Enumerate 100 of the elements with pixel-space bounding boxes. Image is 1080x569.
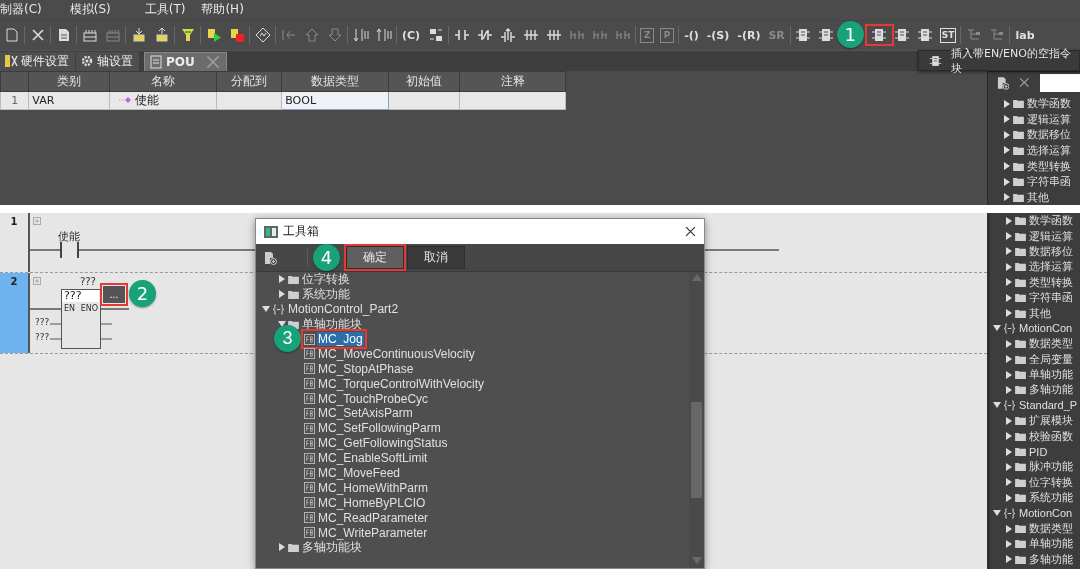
- tree-item[interactable]: 类型转换: [1028, 274, 1074, 290]
- expand-arrow-icon[interactable]: [278, 543, 286, 552]
- stop-icon[interactable]: [228, 27, 245, 44]
- tree-item[interactable]: MotionCon: [1018, 507, 1074, 520]
- diamond-arrows-icon[interactable]: [254, 27, 271, 44]
- tree-item[interactable]: 其他: [1026, 189, 1050, 205]
- input-parameter[interactable]: ???: [35, 332, 50, 342]
- tree-item[interactable]: Standard_P: [1018, 399, 1079, 412]
- tree-item[interactable]: 多轴功能: [1028, 382, 1074, 398]
- funnel-icon[interactable]: [179, 27, 196, 44]
- expand-arrow-icon[interactable]: [1003, 115, 1011, 124]
- add-file-icon[interactable]: [996, 75, 1010, 90]
- expand-arrow-icon[interactable]: [1005, 539, 1013, 548]
- tree-item[interactable]: 多轴功能: [1028, 551, 1074, 567]
- menu-item[interactable]: 制器(C): [0, 1, 42, 19]
- toolbar-button[interactable]: -(R): [736, 26, 762, 45]
- tree-item[interactable]: 数据类型: [1028, 336, 1074, 352]
- tree-item[interactable]: MC_TouchProbeCyc: [317, 391, 430, 406]
- tree-item[interactable]: 字符串函: [1026, 174, 1072, 190]
- function-block-icon[interactable]: [871, 27, 888, 44]
- collapse-arrow-icon[interactable]: [278, 320, 286, 329]
- expand-arrow-icon[interactable]: [1005, 355, 1013, 364]
- tree-item[interactable]: 数据移位: [1028, 243, 1074, 259]
- expand-arrow-icon[interactable]: [278, 290, 286, 299]
- toolbar-button[interactable]: (C): [401, 26, 422, 45]
- tree-item[interactable]: 系统功能: [301, 285, 351, 303]
- tree-item[interactable]: 类型转换: [1026, 158, 1072, 174]
- column-header[interactable]: 数据类型: [281, 71, 389, 92]
- expand-arrow-icon[interactable]: [1005, 232, 1013, 241]
- toolbar-button[interactable]: -(S): [705, 26, 731, 45]
- tree-item[interactable]: 全局变量: [1028, 351, 1074, 367]
- close-icon[interactable]: [685, 226, 696, 237]
- expand-arrow-icon[interactable]: [1003, 99, 1011, 108]
- tree-item[interactable]: MC_ReadParameter: [317, 510, 430, 525]
- expand-arrow-icon[interactable]: [1005, 447, 1013, 456]
- tree-item[interactable]: 数学函数: [1026, 96, 1072, 112]
- tree-item[interactable]: 系统功能: [1028, 490, 1074, 506]
- upload-icon[interactable]: [153, 27, 170, 44]
- tree-item[interactable]: MC_WriteParameter: [317, 525, 429, 540]
- page-icon[interactable]: [3, 27, 20, 44]
- tree-item[interactable]: 逻辑运算: [1028, 228, 1074, 244]
- tree-item[interactable]: MC_StopAtPhase: [317, 361, 415, 376]
- menu-item[interactable]: 帮助(H): [201, 1, 244, 19]
- play-icon[interactable]: [205, 27, 222, 44]
- tree-item[interactable]: MC_Jog: [317, 332, 364, 346]
- block-name-field[interactable]: ???: [62, 290, 99, 302]
- expand-arrow-icon[interactable]: [1005, 416, 1013, 425]
- contact-icon[interactable]: [499, 27, 516, 44]
- collapse-arrow-icon[interactable]: [262, 305, 270, 314]
- tree-item[interactable]: MC_MoveContinuousVelocity: [317, 346, 476, 361]
- download-icon[interactable]: [130, 27, 147, 44]
- tree-item[interactable]: 数学函数: [1028, 213, 1074, 229]
- contact-symbol[interactable]: [60, 242, 79, 258]
- tree-item[interactable]: MC_HomeByPLCIO: [317, 495, 427, 510]
- tree-item[interactable]: 数据移位: [1026, 127, 1072, 143]
- tree-item[interactable]: 选择运算: [1028, 259, 1074, 275]
- expand-arrow-icon[interactable]: [1005, 493, 1013, 502]
- expand-arrow-icon[interactable]: [1005, 524, 1013, 533]
- expand-arrow-icon[interactable]: [1005, 386, 1013, 394]
- tree-item[interactable]: MC_MoveFeed: [317, 466, 402, 480]
- rails-icon[interactable]: [375, 27, 392, 44]
- expand-arrow-icon[interactable]: [1005, 478, 1013, 487]
- tree-item[interactable]: 校验函数: [1028, 428, 1074, 444]
- tree-item[interactable]: 单轴功能: [1028, 367, 1074, 383]
- rails-icon[interactable]: [352, 27, 369, 44]
- expand-arrow-icon[interactable]: [1005, 247, 1013, 256]
- rung-number[interactable]: 2: [0, 273, 28, 353]
- confirm-button[interactable]: 确定: [346, 246, 404, 269]
- expand-arrow-icon[interactable]: [1003, 193, 1011, 202]
- tree-item[interactable]: PID: [1028, 445, 1049, 458]
- expand-arrow-icon[interactable]: [1005, 278, 1013, 287]
- function-block[interactable]: ??? EN ENO: [61, 289, 101, 349]
- search-field[interactable]: [1040, 73, 1080, 92]
- expand-arrow-icon[interactable]: [1005, 339, 1013, 348]
- expand-arrow-icon[interactable]: [1003, 177, 1011, 186]
- tree-item[interactable]: 单轴功能块: [301, 315, 363, 333]
- tree-item[interactable]: MC_HomeWithParm: [317, 480, 429, 495]
- expand-arrow-icon[interactable]: [1003, 146, 1011, 155]
- tree-item[interactable]: 单轴功能: [1028, 536, 1074, 552]
- menu-item[interactable]: 工具(T): [144, 1, 186, 19]
- scroll-thumb[interactable]: [691, 402, 702, 498]
- function-block-icon[interactable]: [917, 27, 934, 44]
- expand-arrow-icon[interactable]: [1005, 370, 1013, 379]
- exchange-icon[interactable]: [427, 27, 444, 44]
- tree-item[interactable]: MC_TorqueControlWithVelocity: [317, 376, 486, 391]
- tree-item[interactable]: 位字转换: [1028, 474, 1074, 490]
- cancel-button[interactable]: 取消: [407, 246, 465, 269]
- tree-item[interactable]: 逻辑运算: [1026, 111, 1072, 127]
- expand-arrow-icon[interactable]: [1003, 130, 1011, 139]
- tree-item[interactable]: 选择运算: [1026, 142, 1072, 158]
- tab[interactable]: 硬件设置: [0, 51, 75, 71]
- function-block-icon[interactable]: [894, 27, 911, 44]
- tree-item[interactable]: 位字转换: [301, 272, 351, 288]
- expand-arrow-icon[interactable]: [1005, 216, 1013, 225]
- tab[interactable]: 轴设置: [76, 51, 139, 71]
- expand-arrow-icon[interactable]: [1005, 309, 1013, 318]
- column-header[interactable]: 类别: [28, 71, 110, 92]
- tree-item[interactable]: MC_SetFollowingParm: [317, 421, 442, 436]
- tree-item[interactable]: MC_EnableSoftLimit: [317, 451, 429, 466]
- browse-button[interactable]: ...: [103, 286, 125, 303]
